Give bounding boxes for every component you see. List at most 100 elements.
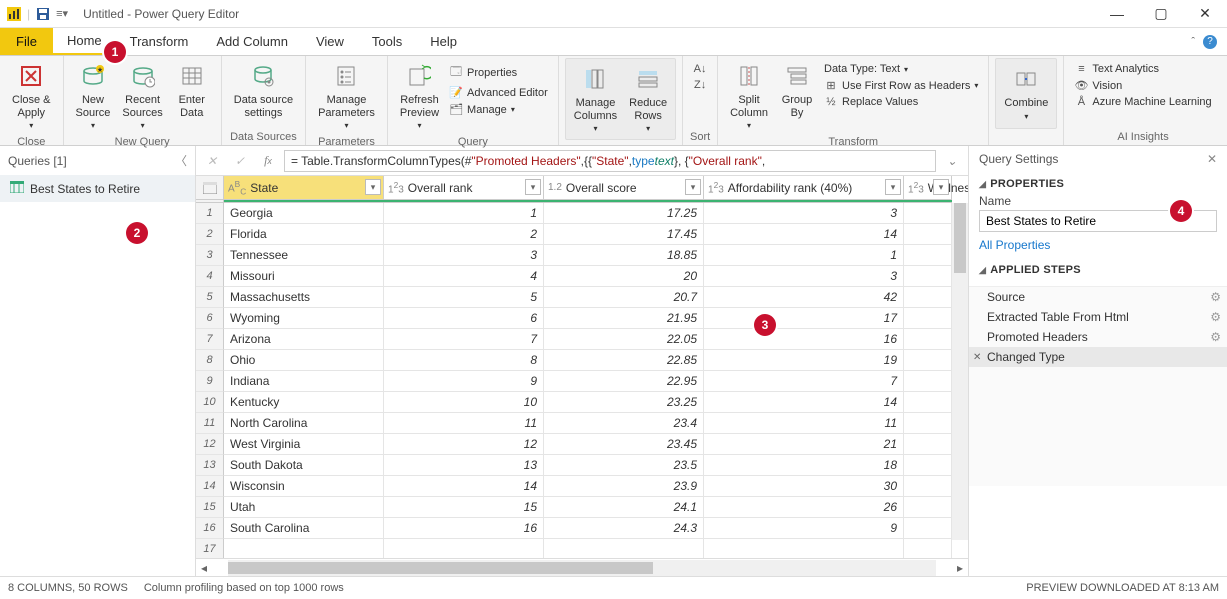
new-source-button[interactable]: ★ New Source▾ — [70, 58, 117, 134]
minimize-button[interactable]: — — [1095, 0, 1139, 28]
close-settings-icon[interactable]: ✕ — [1207, 152, 1217, 166]
column-filter-icon[interactable]: ▾ — [933, 179, 949, 195]
all-properties-link[interactable]: All Properties — [979, 238, 1050, 252]
cell-state[interactable]: Massachusetts — [224, 287, 384, 308]
vision-button[interactable]: 👁Vision — [1072, 78, 1213, 93]
cell-rank[interactable]: 14 — [384, 476, 544, 497]
step-gear-icon[interactable]: ⚙ — [1210, 290, 1221, 304]
cell-score[interactable]: 23.5 — [544, 455, 704, 476]
formula-cancel-icon[interactable]: ✕ — [200, 150, 224, 172]
refresh-preview-button[interactable]: Refresh Preview▾ — [394, 58, 445, 134]
applied-step[interactable]: Extracted Table From Html⚙ — [969, 307, 1227, 327]
cell-wellness[interactable] — [904, 518, 952, 539]
cell-score[interactable]: 17.45 — [544, 224, 704, 245]
cell-state[interactable]: Wyoming — [224, 308, 384, 329]
advanced-editor-button[interactable]: 📝Advanced Editor — [447, 85, 550, 100]
cell-affordability[interactable] — [704, 539, 904, 558]
cell-state[interactable]: Missouri — [224, 266, 384, 287]
manage-columns-button[interactable]: Manage Columns▾ — [568, 61, 623, 137]
cell-affordability[interactable]: 11 — [704, 413, 904, 434]
cell-affordability[interactable]: 7 — [704, 371, 904, 392]
cell-rank[interactable]: 13 — [384, 455, 544, 476]
cell-state[interactable]: Wisconsin — [224, 476, 384, 497]
cell-score[interactable]: 24.3 — [544, 518, 704, 539]
row-number[interactable]: 2 — [196, 224, 224, 245]
cell-wellness[interactable] — [904, 287, 952, 308]
cell-score[interactable]: 20 — [544, 266, 704, 287]
sort-asc-button[interactable]: A↓ — [691, 62, 709, 76]
cell-wellness[interactable] — [904, 497, 952, 518]
column-header[interactable]: ABCState▾ — [224, 176, 384, 200]
cell-wellness[interactable] — [904, 203, 952, 224]
cell-affordability[interactable]: 14 — [704, 224, 904, 245]
cell-affordability[interactable]: 3 — [704, 266, 904, 287]
cell-rank[interactable]: 8 — [384, 350, 544, 371]
properties-button[interactable]: 🗔Properties — [447, 62, 550, 83]
applied-step[interactable]: Source⚙ — [969, 287, 1227, 307]
row-number[interactable]: 6 — [196, 308, 224, 329]
cell-affordability[interactable]: 1 — [704, 245, 904, 266]
cell-state[interactable]: South Dakota — [224, 455, 384, 476]
cell-rank[interactable]: 11 — [384, 413, 544, 434]
cell-affordability[interactable]: 16 — [704, 329, 904, 350]
cell-rank[interactable]: 2 — [384, 224, 544, 245]
cell-rank[interactable]: 6 — [384, 308, 544, 329]
cell-score[interactable] — [544, 539, 704, 558]
collapse-ribbon-icon[interactable]: ˆ — [1191, 36, 1195, 48]
qat-dropdown[interactable]: ≡▾ — [56, 7, 68, 20]
row-number[interactable]: 11 — [196, 413, 224, 434]
azure-ml-button[interactable]: ÅAzure Machine Learning — [1072, 95, 1213, 109]
data-grid[interactable]: ABCState▾123Overall rank▾1.2Overall scor… — [196, 176, 968, 558]
row-number[interactable]: 5 — [196, 287, 224, 308]
column-filter-icon[interactable]: ▾ — [685, 179, 701, 195]
manage-button[interactable]: 🗂Manage ▾ — [447, 102, 550, 117]
cell-wellness[interactable] — [904, 476, 952, 497]
group-by-button[interactable]: Group By — [774, 58, 820, 123]
tab-view[interactable]: View — [302, 28, 358, 55]
row-number[interactable]: 15 — [196, 497, 224, 518]
cell-rank[interactable]: 7 — [384, 329, 544, 350]
cell-score[interactable]: 21.95 — [544, 308, 704, 329]
maximize-button[interactable]: ▢ — [1139, 0, 1183, 28]
row-number[interactable]: 1 — [196, 203, 224, 224]
save-icon[interactable] — [36, 7, 50, 21]
cell-rank[interactable]: 3 — [384, 245, 544, 266]
cell-affordability[interactable]: 21 — [704, 434, 904, 455]
formula-input[interactable]: = Table.TransformColumnTypes(#"Promoted … — [284, 150, 936, 172]
cell-score[interactable]: 22.05 — [544, 329, 704, 350]
column-header[interactable]: 123Affordability rank (40%)▾ — [704, 176, 904, 200]
cell-affordability[interactable]: 14 — [704, 392, 904, 413]
reduce-rows-button[interactable]: Reduce Rows▾ — [623, 61, 673, 137]
replace-values-button[interactable]: ½Replace Values — [822, 95, 980, 109]
cell-wellness[interactable] — [904, 455, 952, 476]
cell-rank[interactable]: 16 — [384, 518, 544, 539]
combine-button[interactable]: Combine▾ — [998, 61, 1054, 125]
cell-wellness[interactable] — [904, 434, 952, 455]
cell-wellness[interactable] — [904, 413, 952, 434]
data-source-settings-button[interactable]: Data source settings — [228, 58, 299, 123]
cell-rank[interactable] — [384, 539, 544, 558]
sort-desc-button[interactable]: Z↓ — [691, 78, 709, 92]
cell-rank[interactable]: 5 — [384, 287, 544, 308]
column-header[interactable]: 1.2Overall score▾ — [544, 176, 704, 200]
cell-state[interactable]: North Carolina — [224, 413, 384, 434]
row-number[interactable]: 13 — [196, 455, 224, 476]
formula-expand-icon[interactable]: ⌄ — [940, 150, 964, 172]
applied-step[interactable]: Changed Type — [969, 347, 1227, 367]
recent-sources-button[interactable]: Recent Sources▾ — [116, 58, 168, 134]
vertical-scrollbar[interactable] — [952, 203, 968, 540]
cell-state[interactable]: Florida — [224, 224, 384, 245]
cell-rank[interactable]: 1 — [384, 203, 544, 224]
tab-tools[interactable]: Tools — [358, 28, 416, 55]
cell-state[interactable]: Kentucky — [224, 392, 384, 413]
cell-wellness[interactable] — [904, 539, 952, 558]
data-type-button[interactable]: Data Type: Text ▾ — [822, 62, 980, 76]
text-analytics-button[interactable]: ≡Text Analytics — [1072, 62, 1213, 76]
row-number[interactable]: 14 — [196, 476, 224, 497]
cell-wellness[interactable] — [904, 245, 952, 266]
cell-rank[interactable]: 15 — [384, 497, 544, 518]
cell-state[interactable] — [224, 539, 384, 558]
tab-transform[interactable]: Transform — [116, 28, 203, 55]
cell-score[interactable]: 22.85 — [544, 350, 704, 371]
cell-state[interactable]: Utah — [224, 497, 384, 518]
